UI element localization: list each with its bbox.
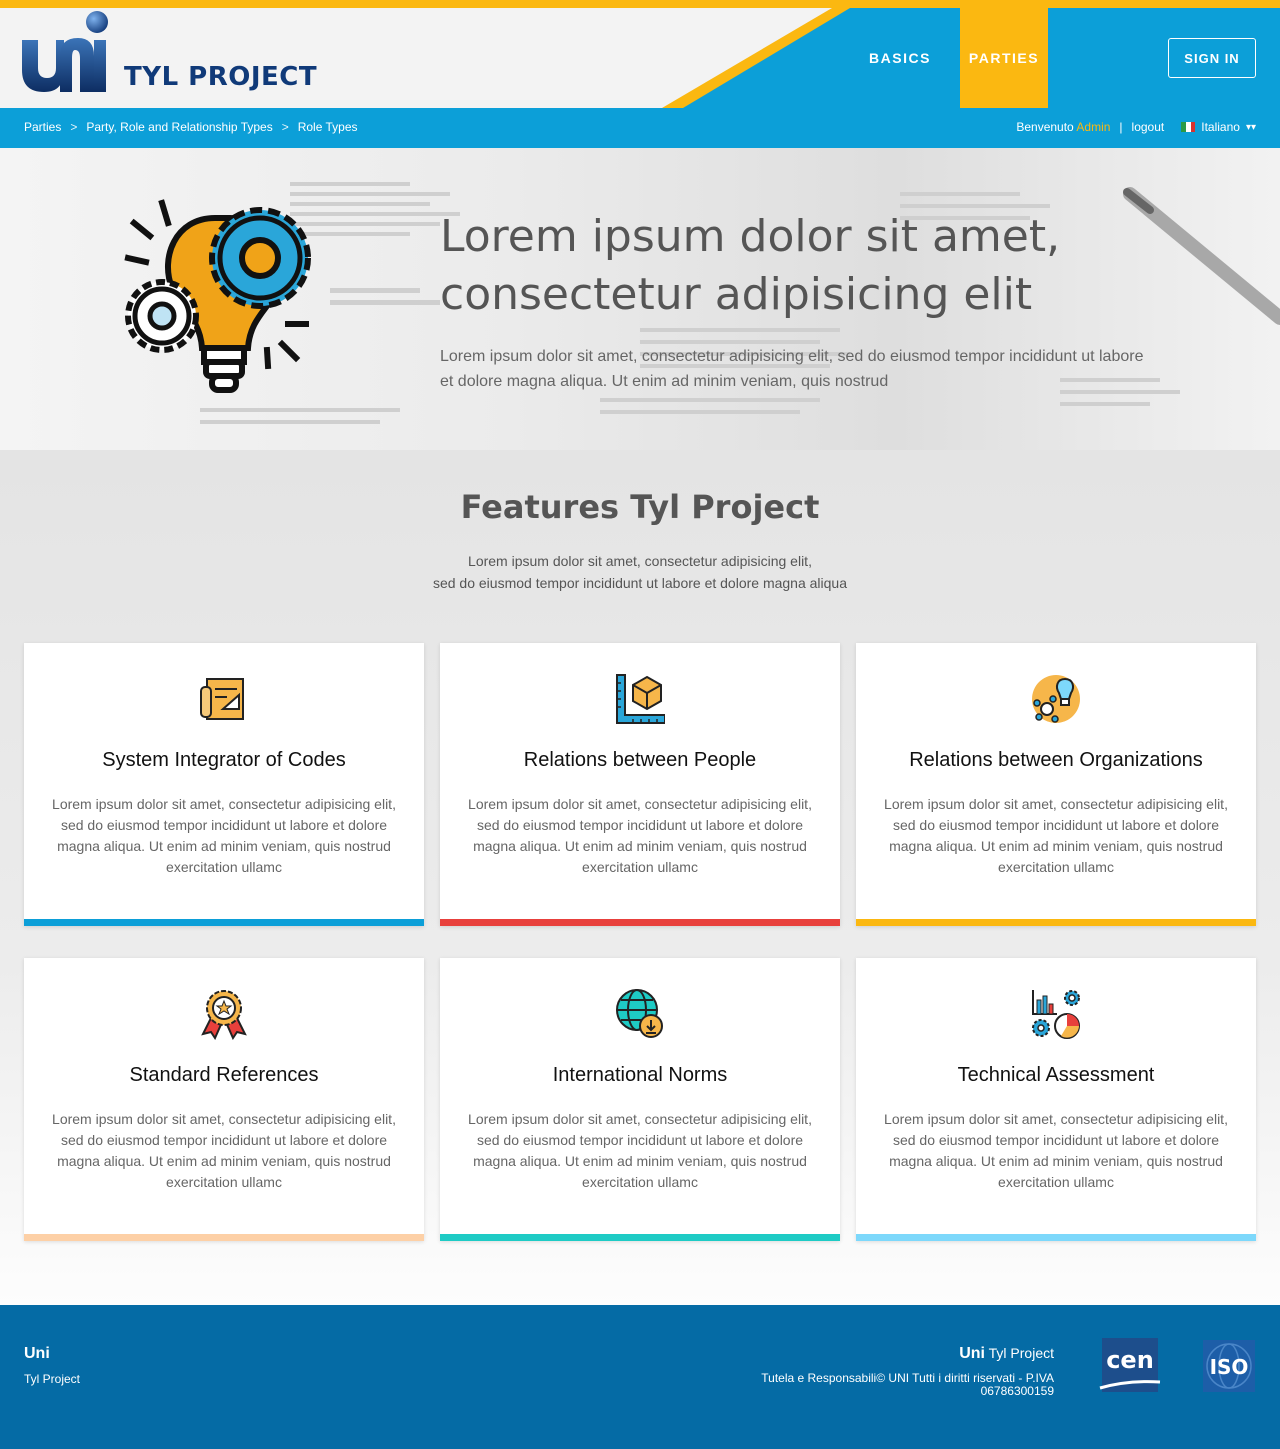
card-title: Relations between Organizations bbox=[909, 749, 1203, 771]
italy-flag-icon bbox=[1181, 122, 1196, 132]
card-accent-bar bbox=[440, 919, 840, 926]
footer-tyl-project: Tyl Project bbox=[24, 1372, 81, 1386]
card-accent-bar bbox=[24, 1234, 424, 1241]
card-text: Lorem ipsum dolor sit amet, consectetur … bbox=[52, 1111, 396, 1190]
logout-link[interactable]: logout bbox=[1132, 120, 1165, 134]
feature-card-technical-assessment[interactable]: Technical Assessment Lorem ipsum dolor s… bbox=[856, 958, 1256, 1241]
features-title: Features Tyl Project bbox=[460, 488, 820, 526]
hero-section: Lorem ipsum dolor sit amet, consectetur … bbox=[0, 148, 1280, 450]
ruler-cube-icon bbox=[616, 674, 665, 724]
language-selector[interactable]: Italiano ▾▾ bbox=[1181, 120, 1256, 134]
award-badge-icon bbox=[201, 990, 247, 1040]
feature-card-standard-references[interactable]: Standard References Lorem ipsum dolor si… bbox=[24, 958, 424, 1241]
chevron-down-icon: ▾▾ bbox=[1245, 121, 1256, 133]
card-accent-bar bbox=[440, 1234, 840, 1241]
nav-parties[interactable]: PARTIES bbox=[960, 8, 1048, 108]
hero-title: Lorem ipsum dolor sit amet, consectetur … bbox=[440, 211, 1061, 320]
breadcrumb-separator: > bbox=[70, 120, 78, 134]
breadcrumb-separator: > bbox=[281, 120, 289, 134]
card-text: Lorem ipsum dolor sit amet, consectetur … bbox=[468, 796, 812, 875]
feature-card-relations-organizations[interactable]: Relations between Organizations Lorem ip… bbox=[856, 643, 1256, 926]
user-box: Benvenuto Admin | logout Italiano ▾▾ bbox=[1016, 120, 1256, 134]
features-subtitle-line2: sed do eiusmod tempor incididunt ut labo… bbox=[432, 575, 848, 591]
blueprint-icon bbox=[200, 678, 244, 720]
footer-uni: Uni bbox=[24, 1345, 50, 1362]
language-label: Italiano bbox=[1201, 120, 1240, 134]
footer-right-tyl: Tyl Project bbox=[988, 1345, 1054, 1361]
footer-right-uni: Uni bbox=[959, 1345, 985, 1362]
iso-logo[interactable]: ISO bbox=[1203, 1340, 1255, 1392]
card-text: Lorem ipsum dolor sit amet, consectetur … bbox=[884, 1111, 1228, 1190]
card-title: Technical Assessment bbox=[957, 1064, 1155, 1086]
header bbox=[0, 8, 1280, 108]
brand-title[interactable]: TYL PROJECT bbox=[124, 62, 317, 92]
card-accent-bar bbox=[856, 919, 1256, 926]
lightbulb-gears-icon bbox=[124, 199, 311, 393]
card-title: Relations between People bbox=[523, 749, 757, 771]
svg-text:ISO: ISO bbox=[1210, 1355, 1249, 1379]
sub-navigation-bar: Parties > Party, Role and Relationship T… bbox=[0, 108, 1280, 148]
footer-copyright: Tutela e Responsabili© UNI Tutti i dirit… bbox=[754, 1372, 1054, 1398]
breadcrumb-party-types[interactable]: Party, Role and Relationship Types bbox=[86, 120, 272, 134]
welcome-text: Benvenuto Admin bbox=[1016, 120, 1111, 134]
top-accent-bar bbox=[0, 0, 1280, 8]
card-accent-bar bbox=[856, 1234, 1256, 1241]
card-title: System Integrator of Codes bbox=[102, 749, 346, 771]
breadcrumb-role-types[interactable]: Role Types bbox=[298, 120, 358, 134]
globe-download-icon bbox=[616, 989, 663, 1038]
features-subtitle: Lorem ipsum dolor sit amet, consectetur … bbox=[0, 550, 1280, 594]
nav-basics[interactable]: BASICS bbox=[860, 8, 940, 108]
breadcrumb-parties[interactable]: Parties bbox=[24, 120, 61, 134]
breadcrumb: Parties > Party, Role and Relationship T… bbox=[24, 120, 358, 134]
user-name: Admin bbox=[1076, 120, 1111, 134]
cen-logo[interactable]: cen bbox=[1098, 1338, 1162, 1392]
features-section: Features Tyl Project Lorem ipsum dolor s… bbox=[0, 450, 1280, 1305]
card-text: Lorem ipsum dolor sit amet, consectetur … bbox=[468, 1111, 812, 1190]
features-subtitle-line1: Lorem ipsum dolor sit amet, consectetur … bbox=[468, 553, 812, 569]
footer-right-title: Uni Tyl Project bbox=[959, 1345, 1054, 1363]
divider: | bbox=[1119, 120, 1123, 134]
analytics-gears-icon bbox=[1032, 990, 1080, 1039]
card-title: Standard References bbox=[129, 1064, 319, 1086]
hero-subtitle: Lorem ipsum dolor sit amet, consectetur … bbox=[440, 348, 1144, 390]
idea-network-icon bbox=[1032, 675, 1080, 723]
card-accent-bar bbox=[24, 919, 424, 926]
card-title: International Norms bbox=[552, 1064, 728, 1086]
feature-card-system-integrator[interactable]: System Integrator of Codes Lorem ipsum d… bbox=[24, 643, 424, 926]
footer-copyright-line2: 06786300159 bbox=[980, 1384, 1054, 1398]
uni-logo[interactable] bbox=[20, 10, 110, 92]
card-text: Lorem ipsum dolor sit amet, consectetur … bbox=[884, 796, 1228, 875]
card-text: Lorem ipsum dolor sit amet, consectetur … bbox=[52, 796, 396, 875]
sign-in-button[interactable]: SIGN IN bbox=[1168, 38, 1256, 78]
feature-card-relations-people[interactable]: Relations between People Lorem ipsum dol… bbox=[440, 643, 840, 926]
header-blue-shape bbox=[662, 8, 1280, 108]
footer: Uni Tyl Project Uni Tyl Project Tutela e… bbox=[0, 1305, 1280, 1449]
feature-card-international-norms[interactable]: International Norms Lorem ipsum dolor si… bbox=[440, 958, 840, 1241]
svg-text:cen: cen bbox=[1106, 1346, 1154, 1374]
